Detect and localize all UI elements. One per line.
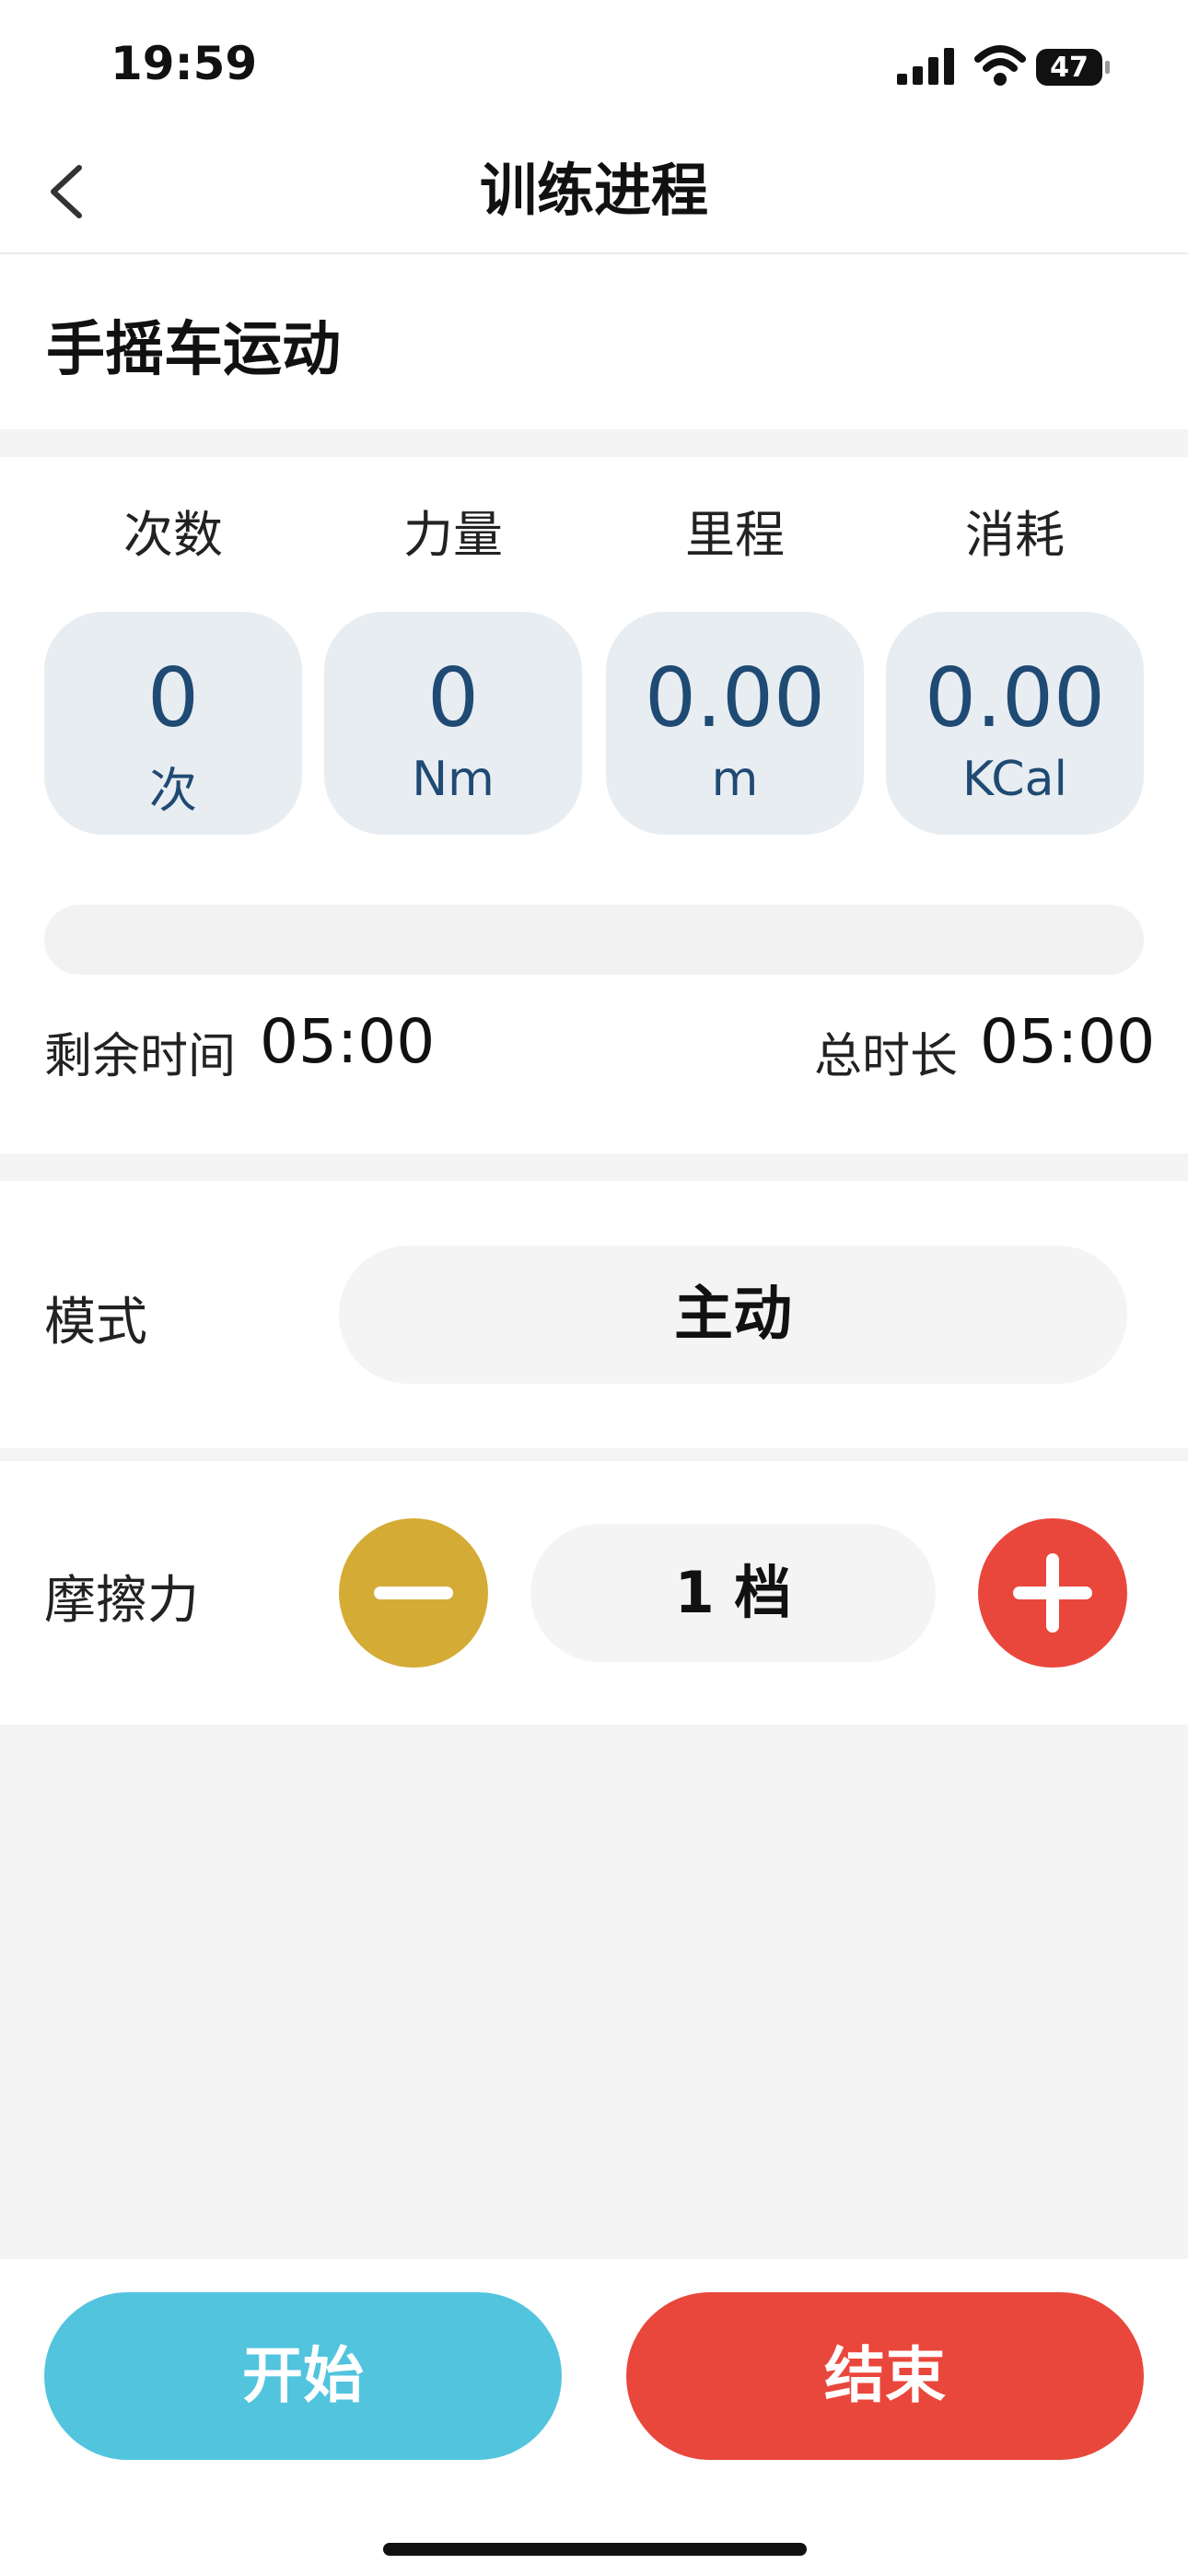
- exercise-card: 手摇车运动: [0, 254, 1188, 429]
- battery-icon: 47: [1035, 48, 1111, 87]
- stat-box-count: 0 次: [44, 612, 302, 835]
- stat-value-distance: 0.00: [645, 650, 825, 745]
- stat-unit-count: 次: [148, 764, 197, 819]
- stat-value-calories: 0.00: [925, 650, 1105, 745]
- exercise-name: 手摇车运动: [46, 316, 341, 384]
- battery-level: 47: [1050, 52, 1089, 84]
- stat-unit-force: Nm: [412, 752, 495, 807]
- stat-label-force: 力量: [403, 506, 503, 564]
- start-button[interactable]: 开始: [44, 2292, 562, 2460]
- mode-label: 模式: [44, 1293, 147, 1352]
- stat-label-calories: 消耗: [965, 506, 1065, 564]
- stat-value-count: 0: [147, 650, 199, 745]
- stat-unit-calories: KCal: [962, 752, 1067, 807]
- friction-card: 摩擦力 1 档: [0, 1461, 1188, 1725]
- stat-label-count: 次数: [123, 506, 223, 564]
- status-time: 19:59: [111, 37, 258, 90]
- stat-box-force: 0 Nm: [324, 612, 582, 835]
- stat-box-calories: 0.00 KCal: [886, 612, 1144, 835]
- mode-select[interactable]: 主动: [339, 1246, 1127, 1384]
- total-time-value: 05:00: [980, 1006, 1156, 1077]
- page-title: 训练进程: [479, 157, 708, 224]
- friction-level-value: 1 档: [530, 1524, 936, 1662]
- bottom-action-bar: 开始 结束: [0, 2259, 1188, 2576]
- progress-bar: [44, 905, 1144, 975]
- nav-bar: 训练进程: [0, 129, 1188, 254]
- chevron-left-icon: [51, 165, 82, 218]
- friction-label: 摩擦力: [44, 1571, 199, 1631]
- mode-card: 模式 主动: [0, 1181, 1188, 1448]
- status-bar: 19:59 47: [0, 0, 1188, 129]
- minus-icon: [374, 1587, 453, 1599]
- stat-box-distance: 0.00 m: [606, 612, 864, 835]
- stats-card: 次数 力量 里程 消耗 0 次 0 Nm 0.00 m 0.00 KCal 剩余…: [0, 457, 1188, 1153]
- plus-icon: [1013, 1553, 1092, 1633]
- signal-icon: [897, 48, 954, 85]
- stat-value-force: 0: [427, 650, 479, 745]
- remaining-time-value: 05:00: [260, 1006, 436, 1077]
- stat-label-distance: 里程: [685, 506, 785, 564]
- wifi-icon: [974, 45, 1026, 86]
- stat-unit-distance: m: [711, 752, 759, 807]
- back-button[interactable]: [44, 164, 90, 219]
- home-indicator: [383, 2543, 807, 2556]
- decrease-friction-button[interactable]: [339, 1518, 488, 1668]
- end-button[interactable]: 结束: [626, 2292, 1144, 2460]
- increase-friction-button[interactable]: [978, 1518, 1127, 1668]
- total-time-label: 总时长: [814, 1029, 959, 1084]
- remaining-time-label: 剩余时间: [44, 1029, 237, 1084]
